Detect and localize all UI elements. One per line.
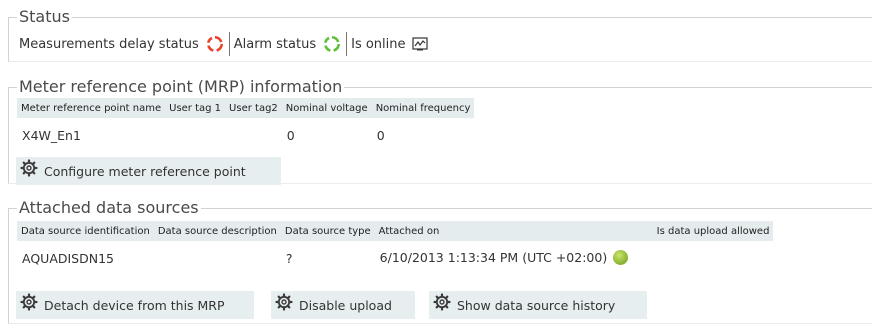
table-row: X4W_En1 0 0 bbox=[17, 118, 474, 152]
measurements-delay-label: Measurements delay status bbox=[19, 36, 199, 52]
gear-icon bbox=[275, 293, 293, 311]
table-cell: 0 bbox=[376, 127, 385, 143]
mrp-title: Meter reference point (MRP) information bbox=[17, 77, 345, 96]
gear-icon bbox=[433, 293, 451, 311]
measurements-delay-status-icon bbox=[206, 36, 223, 52]
table-cell bbox=[154, 241, 281, 275]
configure-mrp-label: Configure meter reference point bbox=[44, 163, 246, 179]
disable-upload-button[interactable]: Disable upload bbox=[271, 291, 415, 319]
configure-mrp-button[interactable]: Configure meter reference point bbox=[16, 157, 281, 185]
alarm-status-icon bbox=[324, 36, 341, 52]
table-cell: AQUADISDN15 bbox=[22, 250, 114, 266]
data-sources-table: Data source identification Data source d… bbox=[17, 221, 774, 275]
column-header: Data source type bbox=[280, 221, 375, 241]
table-cell: 0 bbox=[286, 127, 295, 143]
table-header-row: Meter reference point name User tag 1 Us… bbox=[17, 98, 475, 118]
table-cell: 6/10/2013 1:13:34 PM (UTC +02:00) bbox=[375, 241, 653, 275]
table-cell bbox=[225, 118, 282, 152]
column-header: Attached on bbox=[374, 221, 653, 241]
detach-device-button[interactable]: Detach device from this MRP bbox=[16, 291, 254, 319]
status-separator bbox=[346, 32, 348, 56]
column-header: Nominal voltage bbox=[281, 98, 372, 118]
column-header: User tag 1 bbox=[165, 98, 226, 118]
table-cell: ? bbox=[285, 250, 293, 266]
table-cell bbox=[165, 118, 225, 152]
show-history-button[interactable]: Show data source history bbox=[429, 291, 647, 319]
column-header: Nominal frequency bbox=[371, 98, 475, 118]
alarm-status-label: Alarm status bbox=[233, 36, 317, 52]
status-section: Status Measurements delay status Alarm s… bbox=[8, 8, 872, 62]
column-header: User tag2 bbox=[225, 98, 282, 118]
status-indicators: Measurements delay status Alarm status I… bbox=[19, 32, 428, 56]
attached-on-value: 6/10/2013 1:13:34 PM (UTC +02:00) bbox=[379, 250, 608, 265]
online-monitor-icon bbox=[411, 37, 428, 51]
column-header: Meter reference point name bbox=[17, 98, 166, 118]
column-header: Is data upload allowed bbox=[652, 221, 774, 241]
table-row: AQUADISDN15 ? 6/10/2013 1:13:34 PM (UTC … bbox=[17, 241, 773, 275]
table-header-row: Data source identification Data source d… bbox=[17, 221, 774, 241]
gear-icon bbox=[20, 159, 38, 177]
table-cell bbox=[653, 241, 774, 275]
disable-upload-label: Disable upload bbox=[299, 297, 392, 313]
mrp-section: Meter reference point (MRP) information … bbox=[8, 78, 872, 185]
detach-device-label: Detach device from this MRP bbox=[44, 297, 225, 313]
mrp-table: Meter reference point name User tag 1 Us… bbox=[17, 98, 475, 152]
show-history-label: Show data source history bbox=[457, 297, 616, 313]
data-sources-title: Attached data sources bbox=[17, 198, 201, 217]
status-title: Status bbox=[17, 7, 72, 26]
status-separator bbox=[228, 32, 230, 56]
table-cell: X4W_En1 bbox=[22, 127, 81, 143]
column-header: Data source identification bbox=[17, 221, 154, 241]
is-online-label: Is online bbox=[351, 36, 406, 52]
upload-allowed-check-icon bbox=[613, 250, 629, 265]
column-header: Data source description bbox=[153, 221, 281, 241]
data-sources-section: Attached data sources Data source identi… bbox=[8, 199, 872, 324]
gear-icon bbox=[20, 293, 38, 311]
